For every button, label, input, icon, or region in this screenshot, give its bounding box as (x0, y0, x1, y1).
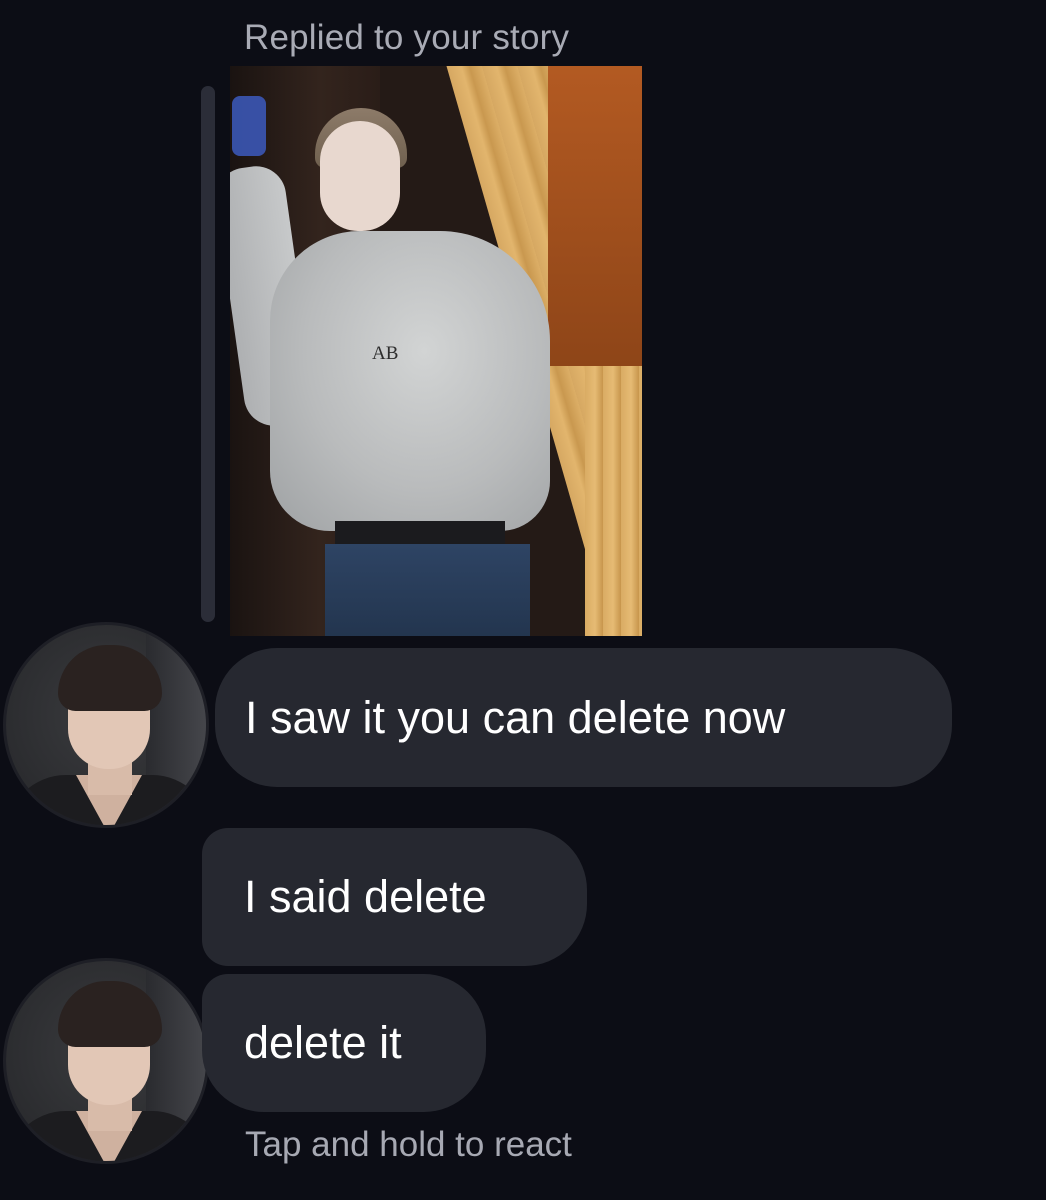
story-person-jeans (325, 544, 530, 636)
dm-thread: Replied to your story AB I saw it you ca… (0, 0, 1046, 1200)
story-person-hoodie (270, 231, 550, 531)
sender-avatar[interactable] (3, 622, 209, 828)
story-person-face (320, 121, 400, 231)
message-bubble[interactable]: I saw it you can delete now (215, 648, 952, 787)
story-phone (232, 96, 266, 156)
message-bubble[interactable]: delete it (202, 974, 486, 1112)
reply-indicator-bar (201, 86, 215, 622)
story-bg-wall (548, 66, 642, 366)
message-bubble[interactable]: I said delete (202, 828, 587, 966)
hoodie-print: AB (372, 343, 399, 364)
story-reply-caption: Replied to your story (244, 18, 570, 57)
story-bg-wood-right (585, 366, 642, 636)
react-hint: Tap and hold to react (245, 1125, 572, 1164)
story-preview-image[interactable]: AB (230, 66, 642, 636)
sender-avatar[interactable] (3, 958, 209, 1164)
